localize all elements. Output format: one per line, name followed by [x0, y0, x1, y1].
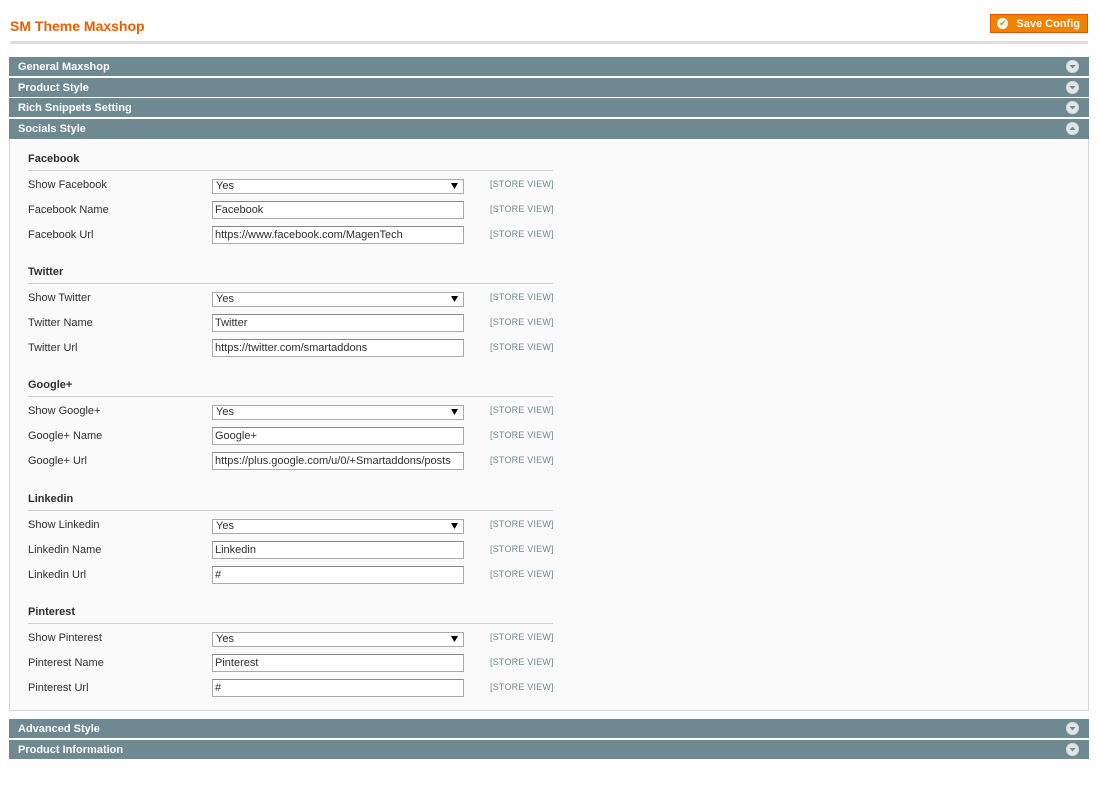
- save-config-button[interactable]: ✔ Save Config: [990, 14, 1088, 33]
- scope-label: [STORE VIEW]: [490, 569, 554, 579]
- chevron-down-circle-icon: [1066, 60, 1079, 73]
- twitter-url-input[interactable]: [212, 339, 464, 357]
- dropdown-arrow-icon: [451, 183, 458, 189]
- group-title-pinterest: Pinterest: [28, 606, 553, 624]
- select-value: Yes: [216, 406, 234, 418]
- pinterest-url-input[interactable]: [212, 679, 464, 697]
- page-header: SM Theme Maxshop ✔ Save Config: [10, 0, 1088, 44]
- dropdown-arrow-icon: [451, 296, 458, 302]
- chevron-down-circle-icon: [1066, 743, 1079, 756]
- section-socials-style[interactable]: Socials Style: [9, 119, 1089, 139]
- page-title: SM Theme Maxshop: [10, 18, 145, 34]
- row-label: Linkedin Name: [28, 544, 102, 556]
- row-label: Show Facebook: [28, 179, 107, 191]
- section-label: Socials Style: [18, 123, 86, 135]
- row-label: Facebook Url: [28, 229, 94, 241]
- row-label: Pinterest Name: [28, 657, 104, 669]
- dropdown-arrow-icon: [451, 409, 458, 415]
- scope-label: [STORE VIEW]: [490, 342, 554, 352]
- section-product-information[interactable]: Product Information: [9, 740, 1089, 760]
- section-label: Advanced Style: [18, 723, 100, 735]
- check-circle-icon: ✔: [997, 18, 1009, 29]
- scope-label: [STORE VIEW]: [490, 204, 554, 214]
- twitter-name-input[interactable]: [212, 314, 464, 332]
- google-plus-name-input[interactable]: [212, 427, 464, 445]
- row-label: Show Pinterest: [28, 632, 102, 644]
- scope-label: [STORE VIEW]: [490, 430, 554, 440]
- section-general-maxshop[interactable]: General Maxshop: [9, 57, 1089, 77]
- facebook-name-input[interactable]: [212, 201, 464, 219]
- google-plus-url-input[interactable]: [212, 452, 464, 470]
- scope-label: [STORE VIEW]: [490, 292, 554, 302]
- section-advanced-style[interactable]: Advanced Style: [9, 719, 1089, 739]
- group-title-google-plus: Google+: [28, 379, 553, 397]
- scope-label: [STORE VIEW]: [490, 229, 554, 239]
- row-label: Twitter Url: [28, 342, 78, 354]
- section-label: Rich Snippets Setting: [18, 102, 132, 114]
- section-rich-snippets-setting[interactable]: Rich Snippets Setting: [9, 98, 1089, 118]
- select-value: Yes: [216, 180, 234, 192]
- linkedin-name-input[interactable]: [212, 541, 464, 559]
- row-label: Google+ Name: [28, 430, 103, 442]
- scope-label: [STORE VIEW]: [490, 179, 554, 189]
- select-value: Yes: [216, 633, 234, 645]
- show-linkedin-select[interactable]: Yes: [212, 519, 464, 534]
- section-label: Product Style: [18, 82, 89, 94]
- section-product-style[interactable]: Product Style: [9, 78, 1089, 98]
- select-value: Yes: [216, 293, 234, 305]
- row-label: Linkedin Url: [28, 569, 87, 581]
- show-pinterest-select[interactable]: Yes: [212, 632, 464, 647]
- dropdown-arrow-icon: [451, 523, 458, 529]
- show-facebook-select[interactable]: Yes: [212, 179, 464, 194]
- row-label: Facebook Name: [28, 204, 109, 216]
- group-title-twitter: Twitter: [28, 266, 553, 284]
- select-value: Yes: [216, 520, 234, 532]
- chevron-down-circle-icon: [1066, 101, 1079, 114]
- row-label: Show Linkedin: [28, 519, 100, 531]
- section-label: Product Information: [18, 744, 124, 756]
- group-title-facebook: Facebook: [28, 153, 553, 171]
- group-title-linkedin: Linkedin: [28, 493, 553, 511]
- row-label: Pinterest Url: [28, 682, 89, 694]
- pinterest-name-input[interactable]: [212, 654, 464, 672]
- row-label: Twitter Name: [28, 317, 93, 329]
- scope-label: [STORE VIEW]: [490, 682, 554, 692]
- dropdown-arrow-icon: [451, 636, 458, 642]
- socials-style-fieldset: Facebook Show Facebook Yes [STORE VIEW] …: [9, 139, 1089, 711]
- show-google-plus-select[interactable]: Yes: [212, 405, 464, 420]
- chevron-down-circle-icon: [1066, 81, 1079, 94]
- facebook-url-input[interactable]: [212, 226, 464, 244]
- chevron-up-circle-icon: [1066, 122, 1079, 135]
- scope-label: [STORE VIEW]: [490, 455, 554, 465]
- linkedin-url-input[interactable]: [212, 566, 464, 584]
- show-twitter-select[interactable]: Yes: [212, 292, 464, 307]
- save-config-label: Save Config: [1016, 17, 1080, 30]
- scope-label: [STORE VIEW]: [490, 632, 554, 642]
- scope-label: [STORE VIEW]: [490, 657, 554, 667]
- scope-label: [STORE VIEW]: [490, 519, 554, 529]
- chevron-down-circle-icon: [1066, 722, 1079, 735]
- scope-label: [STORE VIEW]: [490, 405, 554, 415]
- config-page: SM Theme Maxshop ✔ Save Config General M…: [0, 0, 1100, 787]
- row-label: Show Twitter: [28, 292, 91, 304]
- scope-label: [STORE VIEW]: [490, 317, 554, 327]
- row-label: Google+ Url: [28, 455, 88, 467]
- scope-label: [STORE VIEW]: [490, 544, 554, 554]
- section-label: General Maxshop: [18, 61, 110, 73]
- row-label: Show Google+: [28, 405, 101, 417]
